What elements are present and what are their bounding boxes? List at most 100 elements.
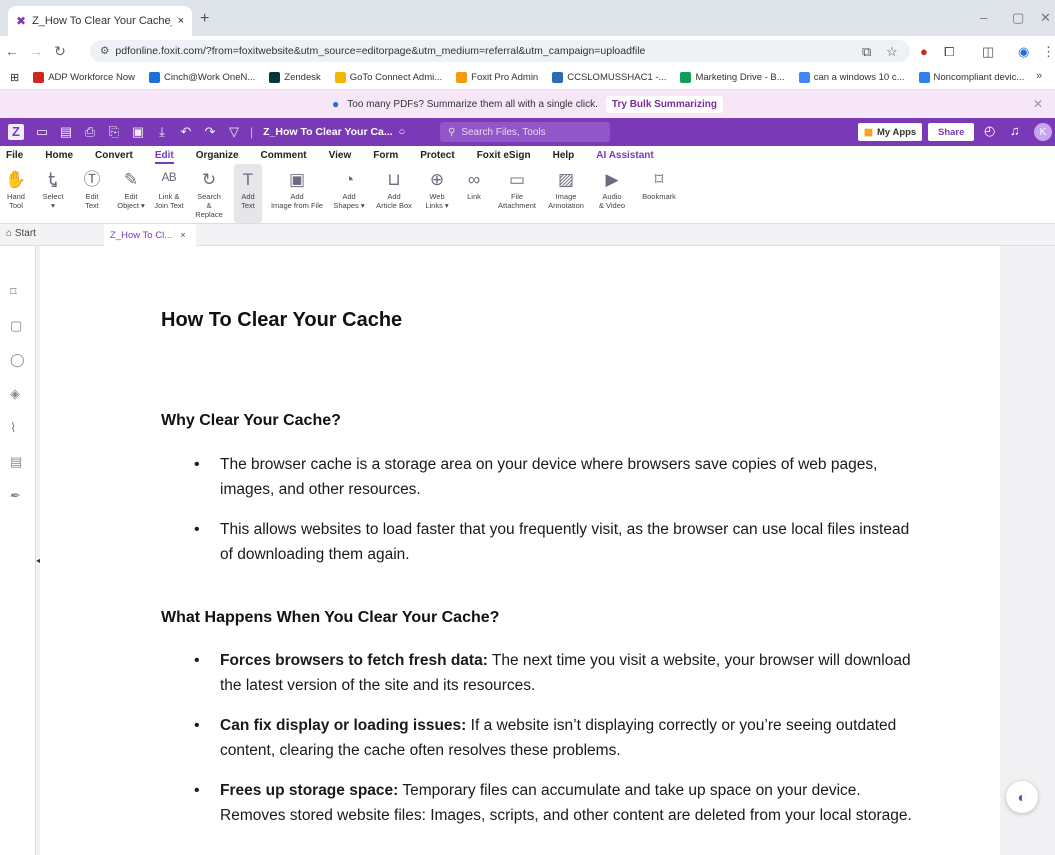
tool-link[interactable]: ∞ Link [460,164,488,223]
menu-edit[interactable]: Edit [154,150,174,164]
bookmark-item[interactable]: CCSLOMUSSHAC1 -... [552,72,666,83]
site-info-icon[interactable]: ⚙ [100,45,109,57]
menu-form[interactable]: Form [373,150,398,161]
maximize-icon[interactable]: ▢ [1012,10,1024,26]
bookmark-item[interactable]: Noncompliant devic... [918,72,1024,83]
bookmarks-list: ADP Workforce Now Cinch@Work OneN... Zende… [33,72,1024,83]
pen-panel-icon[interactable]: ✒ [10,488,21,504]
close-doc-tab-icon[interactable]: × [180,230,186,241]
minimize-icon[interactable]: – [980,10,987,25]
close-window-icon[interactable]: ✕ [1040,10,1051,26]
bookmark-item[interactable]: can a windows 10 c... [798,72,905,83]
tool-hand[interactable]: ✋ Hand Tool [2,164,30,223]
help-support-icon[interactable]: ◐ [1006,781,1038,813]
avatar[interactable]: K [1034,123,1052,141]
tool-search-replace[interactable]: ↻ Search & Replace [192,164,226,223]
bookmark-item[interactable]: Foxit Pro Admin [456,72,538,83]
back-icon[interactable]: ← [0,43,24,59]
tool-file-attachment[interactable]: ▭ File Attachment [496,164,538,223]
search-files-tools[interactable]: ⚲ Search Files, Tools [440,122,610,142]
save-icon[interactable]: ▤ [54,124,78,140]
document-title[interactable]: Z_How To Clear Your Ca... [263,126,393,138]
install-app-icon[interactable]: ⧉ [862,44,871,60]
bookmarks-bar: ⊞ ADP Workforce Now Cinch@Work OneN... Zen… [0,66,1055,90]
tool-add-shapes[interactable]: ◔ Add Shapes ▾ [332,164,366,223]
tool-article-box[interactable]: ⊔ Add Article Box [374,164,414,223]
tool-edit-text[interactable]: Ⓣ Edit Text [76,164,108,223]
new-tab-button[interactable]: + [200,10,209,28]
signature-panel-icon[interactable]: ▤ [10,454,22,470]
tool-image-annotation[interactable]: ▨ Image Annotation [546,164,586,223]
profile-icon[interactable]: ◉ [1018,44,1029,60]
menu-file[interactable]: File [6,150,23,161]
bookmark-label: can a windows 10 c... [813,72,905,83]
tool-web-links[interactable]: ⊕ Web Links ▾ [422,164,452,223]
tool-link-join[interactable]: ᴬᴮ Link & Join Text [154,164,184,223]
promo-close-icon[interactable]: ✕ [1033,97,1043,111]
promo-text: Too many PDFs? Summarize them all with a… [347,98,598,110]
close-tab-icon[interactable]: × [178,15,184,27]
apps-grid-icon[interactable]: ⊞ [10,71,19,84]
bookmark-item[interactable]: Marketing Drive - B... [680,72,785,83]
try-bulk-summarizing-button[interactable]: Try Bulk Summarizing [605,95,723,113]
menu-ai-assistant[interactable]: AI Assistant [596,150,653,161]
star-bookmark-icon[interactable]: ☆ [886,44,898,60]
redo-icon[interactable]: ↷ [198,124,222,140]
menu-foxit-esign[interactable]: Foxit eSign [477,150,531,161]
menu-organize[interactable]: Organize [196,150,239,161]
bookmark-icon: ⌑ [654,170,664,189]
address-bar[interactable]: ⚙ pdfonline.foxit.com/?from=foxitwebsite… [90,40,910,62]
more-bookmarks-icon[interactable]: » [1036,70,1042,82]
list-item-bold: Frees up storage space: [220,782,399,799]
print-icon[interactable]: ⎙ [78,124,102,140]
tool-edit-object[interactable]: ✎ Edit Object ▾ [116,164,146,223]
foxit-logo-icon[interactable]: Z [8,124,24,140]
menu-home[interactable]: Home [45,150,73,161]
notification-bell-icon[interactable]: ♫ [1010,123,1020,138]
reading-list-icon[interactable]: ◫ [982,44,994,60]
save-as-icon[interactable]: ▣ [126,124,150,140]
bookmark-item[interactable]: Zendesk [269,72,321,83]
share-button[interactable]: Share [928,123,975,141]
tool-add-image[interactable]: ▣ Add Image from File [270,164,324,223]
open-folder-icon[interactable]: ▭ [30,124,54,140]
document-tab[interactable]: Z_How To Cl... × [104,224,196,246]
new-file-icon[interactable]: ⎘ [102,124,126,140]
layers-panel-icon[interactable]: ◈ [10,386,20,402]
tool-select-text[interactable]: Ꮏ Select ▾ [38,164,68,223]
ai-assistant-icon[interactable]: ◴ [984,123,995,139]
undo-icon[interactable]: ↶ [174,124,198,140]
my-apps-button[interactable]: ▦ My Apps [858,123,923,141]
browser-menu-icon[interactable]: ⋮ [1042,44,1055,60]
bookmark-favicon-icon [680,72,692,83]
forward-icon[interactable]: → [24,43,48,59]
tool-bookmark[interactable]: ⌑ Bookmark [638,164,680,223]
tool-add-text[interactable]: T Add Text [234,164,262,223]
bookmark-item[interactable]: Cinch@Work OneN... [148,72,255,83]
info-icon: ● [332,97,340,111]
attachments-panel-icon[interactable]: ⌇ [10,420,16,436]
comments-panel-icon[interactable]: ◯ [10,352,25,368]
menu-comment[interactable]: Comment [261,150,307,161]
customize-dropdown-icon[interactable]: ▽ [222,124,246,140]
extension-icon[interactable]: ● [920,44,928,59]
bookmark-panel-icon[interactable]: ⌑ [10,284,17,300]
list-item-bold: Forces browsers to fetch fresh data: [220,652,488,669]
menu-protect[interactable]: Protect [420,150,454,161]
bookmark-item[interactable]: ADP Workforce Now [33,72,135,83]
menu-view[interactable]: View [329,150,352,161]
bookmark-label: Foxit Pro Admin [471,72,539,83]
menu-convert[interactable]: Convert [95,150,133,161]
tool-audio-video[interactable]: ▶ Audio & Video [594,164,630,223]
pages-panel-icon[interactable]: ▢ [10,318,22,334]
audio-video-icon: ▶ [605,170,619,189]
browser-tab[interactable]: ✖ Z_How To Clear Your Cache_17… × [8,6,192,36]
start-tab[interactable]: ⌂ Start [6,228,36,239]
reload-icon[interactable]: ↻ [48,43,72,60]
select-text-icon: Ꮏ [48,170,58,189]
bookmark-item[interactable]: GoTo Connect Admi... [334,72,442,83]
edit-ribbon: ✋ Hand Tool Ꮏ Select ▾ Ⓣ Edit Text ✎ Edit Object ▾ ᴬ… [0,164,1055,224]
extensions-puzzle-icon[interactable]: ⧠ [944,44,954,60]
download-icon[interactable]: ⤓ [150,124,174,140]
menu-help[interactable]: Help [553,150,575,161]
